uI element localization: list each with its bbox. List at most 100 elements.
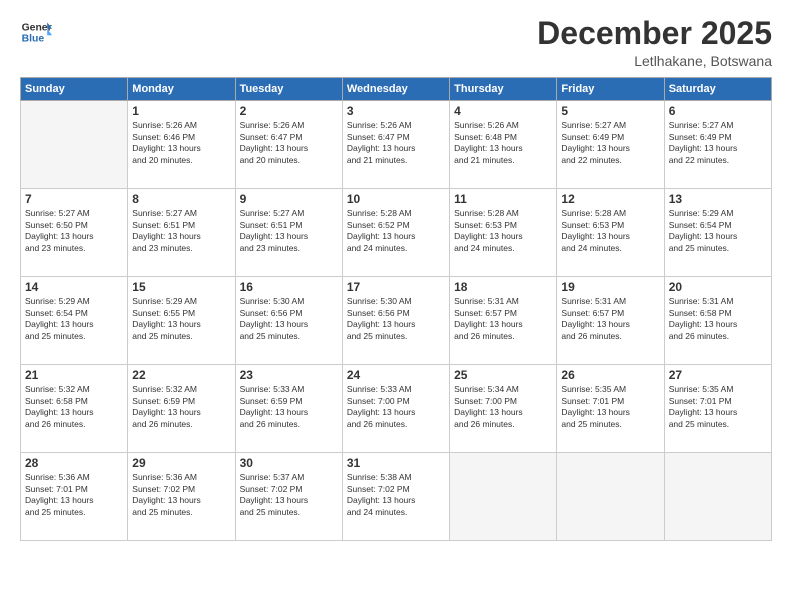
- day-cell: 21 Sunrise: 5:32 AM Sunset: 6:58 PM Dayli…: [21, 365, 128, 453]
- day-cell: 12Sunrise: 5:28 AM Sunset: 6:53 PM Dayli…: [557, 189, 664, 277]
- svg-text:Blue: Blue: [22, 34, 45, 45]
- day-cell: 2Sunrise: 5:26 AM Sunset: 6:47 PM Daylig…: [235, 101, 342, 189]
- day-number: 10: [347, 192, 445, 206]
- day-number: 21: [25, 368, 123, 382]
- day-cell: 17 Sunrise: 5:30 AM Sunset: 6:56 PM Dayli…: [342, 277, 449, 365]
- day-info: Sunrise: 5:28 AM Sunset: 6:52 PM Dayligh…: [347, 208, 445, 254]
- day-info: Sunrise: 5:33 AM Sunset: 6:59 PM Dayligh…: [240, 384, 338, 430]
- day-number: 14: [25, 280, 123, 294]
- day-number: 24: [347, 368, 445, 382]
- day-cell: 29Sunrise: 5:36 AM Sunset: 7:02 PM Dayli…: [128, 453, 235, 541]
- day-cell: 25 Sunrise: 5:34 AM Sunset: 7:00 PM Dayli…: [450, 365, 557, 453]
- day-cell: 8 Sunrise: 5:27 AM Sunset: 6:51 PM Daylig…: [128, 189, 235, 277]
- day-info: Sunrise: 5:27 AM Sunset: 6:51 PM Dayligh…: [240, 208, 338, 254]
- day-cell: [21, 101, 128, 189]
- day-cell: 26Sunrise: 5:35 AM Sunset: 7:01 PM Dayli…: [557, 365, 664, 453]
- day-number: 11: [454, 192, 552, 206]
- day-info: Sunrise: 5:30 AM Sunset: 6:56 PM Dayligh…: [240, 296, 338, 342]
- day-cell: 28 Sunrise: 5:36 AM Sunset: 7:01 PM Dayli…: [21, 453, 128, 541]
- day-number: 31: [347, 456, 445, 470]
- week-row-2: 7 Sunrise: 5:27 AM Sunset: 6:50 PM Daylig…: [21, 189, 772, 277]
- day-cell: 19 Sunrise: 5:31 AM Sunset: 6:57 PM Dayli…: [557, 277, 664, 365]
- day-number: 13: [669, 192, 767, 206]
- day-number: 4: [454, 104, 552, 118]
- header-row: SundayMondayTuesdayWednesdayThursdayFrid…: [21, 78, 772, 101]
- day-number: 9: [240, 192, 338, 206]
- day-cell: 20Sunrise: 5:31 AM Sunset: 6:58 PM Dayli…: [664, 277, 771, 365]
- logo: General Blue: [20, 16, 52, 48]
- day-number: 7: [25, 192, 123, 206]
- week-row-3: 14Sunrise: 5:29 AM Sunset: 6:54 PM Dayli…: [21, 277, 772, 365]
- day-cell: 31Sunrise: 5:38 AM Sunset: 7:02 PM Dayli…: [342, 453, 449, 541]
- day-number: 19: [561, 280, 659, 294]
- day-number: 3: [347, 104, 445, 118]
- day-info: Sunrise: 5:36 AM Sunset: 7:01 PM Dayligh…: [25, 472, 123, 518]
- day-info: Sunrise: 5:30 AM Sunset: 6:56 PM Dayligh…: [347, 296, 445, 342]
- day-cell: 15Sunrise: 5:29 AM Sunset: 6:55 PM Dayli…: [128, 277, 235, 365]
- day-cell: 13 Sunrise: 5:29 AM Sunset: 6:54 PM Dayli…: [664, 189, 771, 277]
- day-number: 16: [240, 280, 338, 294]
- day-cell: [664, 453, 771, 541]
- day-info: Sunrise: 5:27 AM Sunset: 6:51 PM Dayligh…: [132, 208, 230, 254]
- day-cell: 16 Sunrise: 5:30 AM Sunset: 6:56 PM Dayli…: [235, 277, 342, 365]
- day-number: 25: [454, 368, 552, 382]
- day-cell: 3 Sunrise: 5:26 AM Sunset: 6:47 PM Daylig…: [342, 101, 449, 189]
- day-cell: 14Sunrise: 5:29 AM Sunset: 6:54 PM Dayli…: [21, 277, 128, 365]
- day-info: Sunrise: 5:26 AM Sunset: 6:47 PM Dayligh…: [347, 120, 445, 166]
- col-header-saturday: Saturday: [664, 78, 771, 101]
- col-header-friday: Friday: [557, 78, 664, 101]
- col-header-monday: Monday: [128, 78, 235, 101]
- col-header-sunday: Sunday: [21, 78, 128, 101]
- day-number: 29: [132, 456, 230, 470]
- day-number: 30: [240, 456, 338, 470]
- day-cell: 24 Sunrise: 5:33 AM Sunset: 7:00 PM Dayli…: [342, 365, 449, 453]
- day-cell: 4 Sunrise: 5:26 AM Sunset: 6:48 PM Daylig…: [450, 101, 557, 189]
- day-cell: [557, 453, 664, 541]
- calendar: SundayMondayTuesdayWednesdayThursdayFrid…: [20, 77, 772, 541]
- day-cell: 5 Sunrise: 5:27 AM Sunset: 6:49 PM Daylig…: [557, 101, 664, 189]
- day-number: 18: [454, 280, 552, 294]
- day-info: Sunrise: 5:33 AM Sunset: 7:00 PM Dayligh…: [347, 384, 445, 430]
- month-title: December 2025: [537, 16, 772, 51]
- week-row-5: 28 Sunrise: 5:36 AM Sunset: 7:01 PM Dayli…: [21, 453, 772, 541]
- day-cell: 1 Sunrise: 5:26 AM Sunset: 6:46 PM Daylig…: [128, 101, 235, 189]
- day-number: 5: [561, 104, 659, 118]
- day-cell: 9 Sunrise: 5:27 AM Sunset: 6:51 PM Daylig…: [235, 189, 342, 277]
- day-number: 12: [561, 192, 659, 206]
- day-info: Sunrise: 5:28 AM Sunset: 6:53 PM Dayligh…: [454, 208, 552, 254]
- day-cell: 6 Sunrise: 5:27 AM Sunset: 6:49 PM Daylig…: [664, 101, 771, 189]
- day-number: 23: [240, 368, 338, 382]
- day-info: Sunrise: 5:26 AM Sunset: 6:46 PM Dayligh…: [132, 120, 230, 166]
- header: General Blue December 2025 Letlhakane, B…: [20, 16, 772, 69]
- day-number: 8: [132, 192, 230, 206]
- day-cell: 18Sunrise: 5:31 AM Sunset: 6:57 PM Dayli…: [450, 277, 557, 365]
- location-subtitle: Letlhakane, Botswana: [537, 53, 772, 69]
- logo-icon: General Blue: [20, 16, 52, 48]
- day-info: Sunrise: 5:29 AM Sunset: 6:55 PM Dayligh…: [132, 296, 230, 342]
- day-cell: 27 Sunrise: 5:35 AM Sunset: 7:01 PM Dayli…: [664, 365, 771, 453]
- day-info: Sunrise: 5:35 AM Sunset: 7:01 PM Dayligh…: [669, 384, 767, 430]
- day-info: Sunrise: 5:31 AM Sunset: 6:58 PM Dayligh…: [669, 296, 767, 342]
- day-info: Sunrise: 5:26 AM Sunset: 6:48 PM Dayligh…: [454, 120, 552, 166]
- day-number: 27: [669, 368, 767, 382]
- day-cell: 22Sunrise: 5:32 AM Sunset: 6:59 PM Dayli…: [128, 365, 235, 453]
- day-info: Sunrise: 5:27 AM Sunset: 6:50 PM Dayligh…: [25, 208, 123, 254]
- day-info: Sunrise: 5:31 AM Sunset: 6:57 PM Dayligh…: [561, 296, 659, 342]
- day-number: 28: [25, 456, 123, 470]
- day-number: 17: [347, 280, 445, 294]
- day-info: Sunrise: 5:29 AM Sunset: 6:54 PM Dayligh…: [669, 208, 767, 254]
- col-header-tuesday: Tuesday: [235, 78, 342, 101]
- day-number: 6: [669, 104, 767, 118]
- day-number: 1: [132, 104, 230, 118]
- col-header-thursday: Thursday: [450, 78, 557, 101]
- week-row-1: 1 Sunrise: 5:26 AM Sunset: 6:46 PM Daylig…: [21, 101, 772, 189]
- week-row-4: 21 Sunrise: 5:32 AM Sunset: 6:58 PM Dayli…: [21, 365, 772, 453]
- day-cell: [450, 453, 557, 541]
- day-info: Sunrise: 5:34 AM Sunset: 7:00 PM Dayligh…: [454, 384, 552, 430]
- day-info: Sunrise: 5:27 AM Sunset: 6:49 PM Dayligh…: [669, 120, 767, 166]
- day-cell: 11 Sunrise: 5:28 AM Sunset: 6:53 PM Dayli…: [450, 189, 557, 277]
- day-info: Sunrise: 5:35 AM Sunset: 7:01 PM Dayligh…: [561, 384, 659, 430]
- day-info: Sunrise: 5:27 AM Sunset: 6:49 PM Dayligh…: [561, 120, 659, 166]
- day-info: Sunrise: 5:32 AM Sunset: 6:58 PM Dayligh…: [25, 384, 123, 430]
- day-cell: 23 Sunrise: 5:33 AM Sunset: 6:59 PM Dayli…: [235, 365, 342, 453]
